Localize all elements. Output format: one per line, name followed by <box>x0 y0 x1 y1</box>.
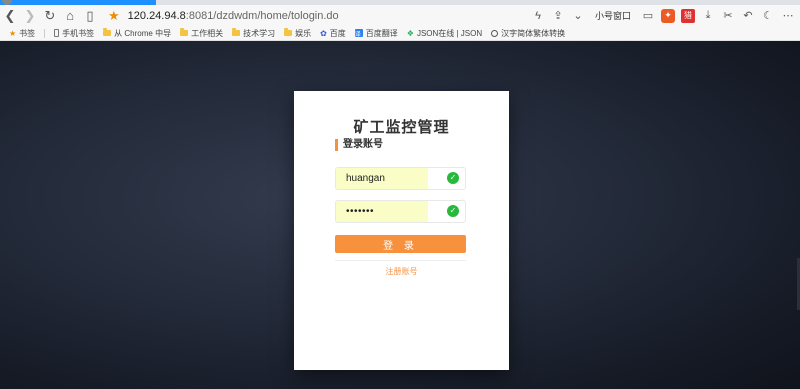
url-text[interactable]: 120.24.94.8:8081/dzdwdm/home/tologin.do <box>128 10 339 22</box>
bookmark-label: 百度翻译 <box>365 28 398 38</box>
bookmark-star-icon[interactable]: ★ <box>108 8 120 24</box>
bookmark-label: 百度 <box>329 28 346 38</box>
download-icon[interactable]: ⤓ <box>700 7 716 25</box>
reload-icon[interactable]: ↻ <box>40 6 60 26</box>
address-bar[interactable]: ★ 120.24.94.8:8081/dzdwdm/home/tologin.d… <box>108 6 339 26</box>
paw-icon: ✿ <box>320 28 327 38</box>
more-icon[interactable]: ⋯ <box>780 7 796 25</box>
page-title: 矿工监控管理 <box>353 119 450 136</box>
moon-icon[interactable]: ☾ <box>760 7 776 25</box>
bookmark-item[interactable]: 技术学习 <box>232 28 275 39</box>
url-path: :8081/dzdwdm/home/tologin.do <box>185 9 339 22</box>
check-icon: ✓ <box>447 205 459 217</box>
scissors-icon[interactable]: ✂ <box>720 7 736 25</box>
window-icon[interactable]: ▭ <box>640 7 656 25</box>
bookmark-item[interactable]: ❖ JSON在线 | JSON <box>407 28 482 39</box>
folder-icon <box>180 28 189 36</box>
folder-icon <box>284 28 293 36</box>
toolbar-right: ϟ ⇪ ⌄ 小号窗口 ▭ ✦ 猎 ⤓ ✂ ↶ ☾ ⋯ <box>530 5 796 26</box>
bookmark-label: JSON在线 | JSON <box>416 28 483 38</box>
undo-icon[interactable]: ↶ <box>740 7 756 25</box>
bookmark-item[interactable]: ✿ 百度 <box>320 28 346 39</box>
forward-icon[interactable]: ❯ <box>20 6 40 26</box>
bookmark-item[interactable]: 娱乐 <box>284 28 311 39</box>
password-field[interactable]: ✓ <box>335 200 466 223</box>
bookmark-label: 工作相关 <box>191 28 224 38</box>
bookmark-label: 汉字简体繁体转换 <box>501 28 566 38</box>
game-icon[interactable]: ✦ <box>660 7 676 25</box>
register-link[interactable]: 注册账号 <box>294 266 509 277</box>
bookmark-label: 书签 <box>19 28 36 38</box>
browser-toolbar: ❮ ❯ ↻ ⌂ ▯ ★ 120.24.94.8:8081/dzdwdm/home… <box>0 5 800 26</box>
home-icon[interactable]: ⌂ <box>60 6 80 26</box>
page-background: 矿工监控管理 登录账号 ✓ ✓ 登 录 注册账号 <box>0 41 800 389</box>
password-input[interactable] <box>336 201 428 222</box>
back-icon[interactable]: ❮ <box>0 6 20 26</box>
reader-icon[interactable]: ▯ <box>80 6 100 26</box>
bookmark-item[interactable]: 汉字简体繁体转换 <box>491 28 565 39</box>
extension-icon[interactable]: 猎 <box>680 7 696 25</box>
phone-icon <box>54 29 60 37</box>
login-button[interactable]: 登 录 <box>335 235 466 253</box>
url-host: 120.24.94.8 <box>127 9 186 22</box>
divider <box>335 260 466 261</box>
bookmark-item[interactable]: ★ 书签 <box>9 28 35 39</box>
json-icon: ❖ <box>406 28 414 38</box>
bookmark-item[interactable]: 工作相关 <box>180 28 223 39</box>
globe-icon <box>491 29 499 37</box>
bookmarks-bar: ★ 书签 手机书签 从 Chrome 中导 工作相关 技术学习 娱乐 ✿ 百度 译百… <box>0 26 800 41</box>
bookmark-item[interactable]: 译百度翻译 <box>354 28 398 39</box>
bookmark-item[interactable]: 手机书签 <box>54 28 94 39</box>
bookmark-item[interactable]: 从 Chrome 中导 <box>103 28 171 39</box>
folder-icon <box>232 28 241 36</box>
bookmark-label: 从 Chrome 中导 <box>114 28 172 38</box>
check-icon: ✓ <box>447 172 459 184</box>
username-field[interactable]: ✓ <box>335 167 466 190</box>
login-card: 矿工监控管理 登录账号 ✓ ✓ 登 录 注册账号 <box>294 91 509 370</box>
folder-icon <box>103 28 112 36</box>
lightning-icon[interactable]: ϟ <box>530 7 546 25</box>
login-subtitle: 登录账号 <box>335 139 383 151</box>
username-input[interactable] <box>336 168 428 189</box>
star-icon: ★ <box>9 28 17 38</box>
divider <box>44 28 46 38</box>
extension-label: 猎 <box>681 8 695 23</box>
small-window-button[interactable]: 小号窗口 <box>590 7 636 25</box>
bookmark-label: 手机书签 <box>62 28 95 38</box>
share-icon[interactable]: ⇪ <box>550 7 566 25</box>
bookmark-label: 娱乐 <box>295 28 312 38</box>
translate-icon: 译 <box>354 29 363 38</box>
chevron-down-icon[interactable]: ⌄ <box>570 7 586 25</box>
bookmark-label: 技术学习 <box>243 28 276 38</box>
